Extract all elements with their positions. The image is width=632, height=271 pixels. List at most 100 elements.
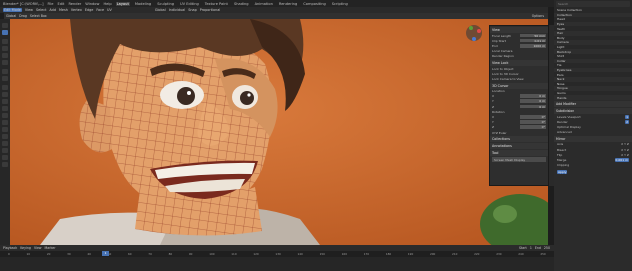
select-box-dropdown[interactable]: Select Box	[30, 14, 47, 18]
tick-label: 0	[8, 252, 10, 256]
inset-tool-icon[interactable]	[2, 92, 8, 97]
tab-compositing[interactable]: Compositing	[302, 2, 327, 6]
shear-tool-icon[interactable]	[2, 155, 8, 160]
rotation-mode-dropdown[interactable]: XYZ Euler	[490, 130, 548, 135]
outliner-search-input[interactable]: Search	[556, 1, 630, 7]
drag-dropdown[interactable]: Drag	[19, 14, 27, 18]
transform-orientation[interactable]: Global	[6, 14, 16, 18]
menu-render[interactable]: Render	[68, 2, 81, 6]
playback-menu[interactable]: Playback	[3, 246, 17, 250]
tab-texture-paint[interactable]: Texture Paint	[204, 2, 229, 6]
menu-face[interactable]: Face	[96, 8, 104, 12]
menu-file[interactable]: File	[47, 2, 53, 6]
current-frame-indicator[interactable]: 1	[102, 251, 109, 256]
tab-sculpting[interactable]: Sculpting	[156, 2, 175, 6]
3d-viewport[interactable]	[0, 19, 548, 245]
flip-toggles[interactable]: X Y Z	[621, 153, 629, 157]
bisect-toggles[interactable]: X Y Z	[621, 148, 629, 152]
clipping-checkbox[interactable]: Clipping	[554, 163, 632, 168]
rotate-tool-icon[interactable]	[2, 46, 8, 51]
gizmo-z-axis[interactable]	[472, 37, 476, 41]
nav-gizmo[interactable]	[466, 25, 482, 41]
menu-uv[interactable]: UV	[107, 8, 112, 12]
end-frame-field[interactable]: 250	[544, 246, 550, 250]
cursor-loc-z[interactable]: 0 m	[520, 104, 546, 109]
marker-menu[interactable]: Marker	[45, 246, 56, 250]
menu-mesh[interactable]: Mesh	[59, 8, 68, 12]
mode-selector[interactable]: Edit Mode	[3, 8, 22, 12]
focal-length-field[interactable]: 50 mm	[520, 33, 546, 38]
scale-tool-icon[interactable]	[2, 53, 8, 58]
gizmo-y-axis[interactable]	[469, 26, 473, 30]
tick-label: 130	[275, 252, 281, 256]
tab-uv-editing[interactable]: UV Editing	[179, 2, 200, 6]
render-levels-field[interactable]: 2	[625, 119, 629, 124]
title-menu[interactable]: Blender* [C:\WORK\...]	[3, 2, 43, 6]
tick-label: 110	[231, 252, 237, 256]
tool-header[interactable]: Tool	[490, 150, 548, 157]
add-modifier-button[interactable]: Add Modifier	[554, 101, 632, 107]
annotations-header[interactable]: Annotations	[490, 143, 548, 150]
tick-label: 80	[168, 252, 173, 256]
measure-tool-icon[interactable]	[2, 76, 8, 81]
sidebar-n-panel: View Focal Length 50 mm Clip Start 0.01 m …	[489, 25, 549, 186]
render-region-checkbox[interactable]: Render Region	[490, 54, 548, 59]
poly-build-tool-icon[interactable]	[2, 120, 8, 125]
tab-rendering[interactable]: Rendering	[278, 2, 298, 6]
outliner: Search Scene Collection Collection Head …	[554, 0, 632, 100]
tab-modeling[interactable]: Modeling	[134, 2, 152, 6]
cursor-rot-y[interactable]: 0°	[520, 120, 546, 124]
menu-edit[interactable]: Edit	[58, 2, 65, 6]
shrink-tool-icon[interactable]	[2, 148, 8, 153]
tab-scripting[interactable]: Scripting	[331, 2, 349, 6]
axis-toggles[interactable]: X Y Z	[621, 142, 629, 146]
move-tool-icon[interactable]	[2, 39, 8, 44]
menu-add[interactable]: Add	[49, 8, 56, 12]
select-tool-icon[interactable]	[2, 23, 8, 28]
edge-slide-tool-icon[interactable]	[2, 141, 8, 146]
tick-label: 120	[253, 252, 259, 256]
proportional-toggle[interactable]: Proportional	[200, 8, 221, 12]
start-frame-field[interactable]: 1	[530, 246, 532, 250]
menu-vertex[interactable]: Vertex	[71, 8, 82, 12]
cursor-rot-x[interactable]: 0°	[520, 115, 546, 119]
keying-menu[interactable]: Keying	[20, 246, 31, 250]
clip-start-field[interactable]: 0.01 m	[520, 38, 546, 43]
tab-shading[interactable]: Shading	[233, 2, 250, 6]
collections-header[interactable]: Collections	[490, 136, 548, 143]
cursor-loc-y[interactable]: 0 m	[520, 99, 546, 103]
cursor-rot-z[interactable]: 0°	[520, 125, 546, 129]
gizmo-x-axis[interactable]	[477, 29, 481, 33]
knife-tool-icon[interactable]	[2, 113, 8, 118]
orientation-dropdown[interactable]: Global	[155, 8, 166, 12]
menu-select[interactable]: Select	[36, 8, 46, 12]
menu-view[interactable]: View	[25, 8, 33, 12]
lock-camera-checkbox[interactable]: Lock Camera to View	[490, 76, 548, 81]
menu-edge[interactable]: Edge	[85, 8, 94, 12]
tab-layout[interactable]: Layout	[115, 1, 130, 6]
cursor-loc-x[interactable]: 0 m	[520, 94, 546, 98]
annotate-tool-icon[interactable]	[2, 69, 8, 74]
advanced-section[interactable]: Advanced	[554, 130, 632, 135]
smooth-tool-icon[interactable]	[2, 134, 8, 139]
snap-toggle[interactable]: Snap	[188, 8, 197, 12]
menu-window[interactable]: Window	[85, 2, 99, 6]
extrude-tool-icon[interactable]	[2, 85, 8, 90]
pivot-dropdown[interactable]: Individual	[169, 8, 186, 12]
clip-end-field[interactable]: 1000 m	[520, 43, 546, 48]
merge-distance-field[interactable]: 0.001 m	[614, 157, 629, 162]
bevel-tool-icon[interactable]	[2, 99, 8, 104]
screen-mesh-display-button[interactable]: Screen Mesh Display	[492, 157, 546, 163]
menu-help[interactable]: Help	[103, 2, 111, 6]
tab-animation[interactable]: Animation	[254, 2, 274, 6]
apply-button[interactable]: Apply	[557, 170, 568, 175]
timeline-track-area[interactable]	[0, 257, 554, 271]
options-dropdown[interactable]: Options	[532, 14, 544, 18]
levels-viewport-field[interactable]: 1	[625, 114, 629, 119]
transform-tool-icon[interactable]	[2, 60, 8, 65]
view-menu[interactable]: View	[34, 246, 42, 250]
loop-cut-tool-icon[interactable]	[2, 106, 8, 111]
spin-tool-icon[interactable]	[2, 127, 8, 132]
rip-tool-icon[interactable]	[2, 162, 8, 167]
cursor-tool-icon[interactable]	[2, 30, 8, 35]
